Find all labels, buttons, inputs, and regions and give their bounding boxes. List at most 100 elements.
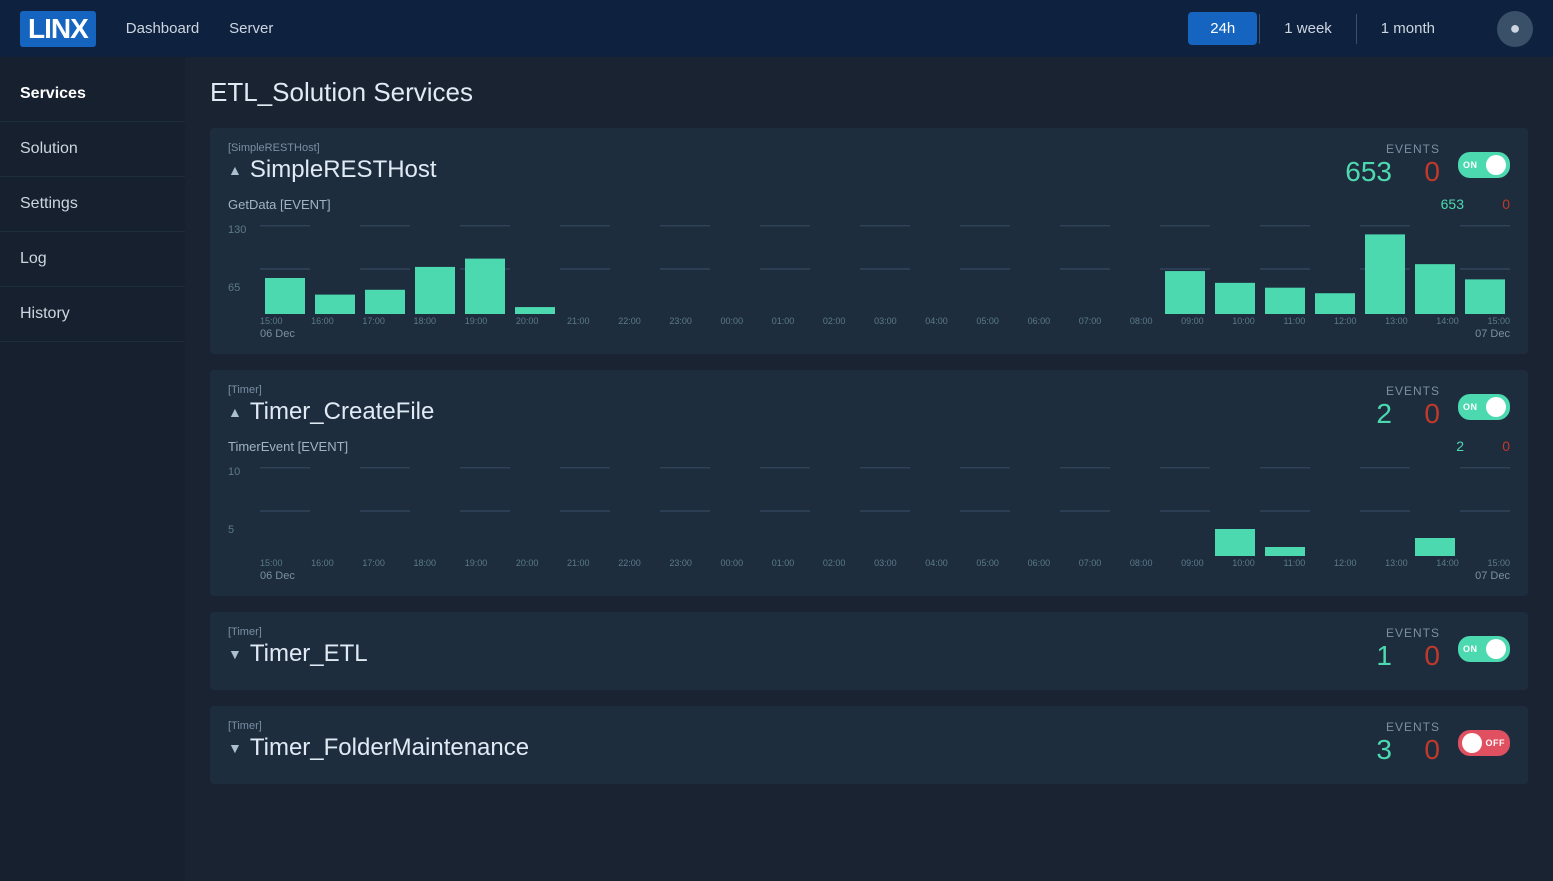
chart-dates: 06 Dec 07 Dec [260, 570, 1510, 582]
service-header: [SimpleRESTHost] ▲ SimpleRESTHost EVENTS… [228, 142, 1510, 188]
events-count-green: 3 [1352, 734, 1392, 766]
time-divider-2 [1356, 14, 1357, 44]
service-name: Timer_CreateFile [250, 398, 435, 426]
xlabel-12: 03:00 [874, 316, 897, 326]
xlabel-23: 14:00 [1436, 558, 1459, 568]
events-header: EVENTS 653 0 [1345, 142, 1440, 188]
chart-container: 10 5 15:0016:0017:0018:0019:0020:0021:00… [228, 466, 1510, 582]
chevron-icon[interactable]: ▼ [228, 646, 242, 662]
xlabel-13: 04:00 [925, 558, 948, 568]
event-count-green: 653 [1424, 196, 1464, 212]
event-count-red: 0 [1480, 196, 1510, 212]
chevron-icon[interactable]: ▲ [228, 162, 242, 178]
event-name: TimerEvent [EVENT] [228, 439, 1424, 454]
main-content: ETL_Solution Services [SimpleRESTHost] ▲… [185, 57, 1553, 881]
service-card-3: [Timer] ▼ Timer_FolderMaintenance EVENTS… [210, 706, 1528, 784]
chart-y-labels: 130 65 [228, 224, 260, 340]
chart-y-labels: 10 5 [228, 466, 260, 582]
sidebar-item-history[interactable]: History [0, 287, 185, 342]
service-name-row: ▲ SimpleRESTHost [228, 156, 1345, 184]
sidebar-item-log[interactable]: Log [0, 232, 185, 287]
sidebar: Services Solution Settings Log History [0, 57, 185, 881]
logo: LINX [20, 11, 96, 47]
service-type-tag: [Timer] [228, 384, 1352, 396]
xlabel-21: 12:00 [1334, 316, 1357, 326]
events-section: EVENTS 1 0 ON [1352, 626, 1510, 672]
xlabel-13: 04:00 [925, 316, 948, 326]
event-name: GetData [EVENT] [228, 197, 1424, 212]
xlabel-1: 16:00 [311, 316, 334, 326]
service-type-tag: [SimpleRESTHost] [228, 142, 1345, 154]
service-header: [Timer] ▲ Timer_CreateFile EVENTS 2 0 ON [228, 384, 1510, 430]
event-row: GetData [EVENT] 653 0 [228, 192, 1510, 216]
nav-server[interactable]: Server [229, 20, 273, 37]
service-type-tag: [Timer] [228, 720, 1352, 732]
events-label: EVENTS [1352, 626, 1440, 640]
time-buttons: 24h 1 week 1 month [1188, 12, 1457, 45]
chart-container: 130 65 15:0016:0017:0018:0019:0020:0021:… [228, 224, 1510, 340]
service-meta: [Timer] ▼ Timer_ETL [228, 626, 1352, 668]
event-count-red: 0 [1480, 438, 1510, 454]
xlabel-8: 23:00 [669, 316, 692, 326]
service-name-row: ▼ Timer_ETL [228, 640, 1352, 668]
toggle-1[interactable]: ON [1458, 394, 1510, 420]
xlabel-14: 05:00 [976, 558, 999, 568]
chevron-icon[interactable]: ▼ [228, 740, 242, 756]
service-card-2: [Timer] ▼ Timer_ETL EVENTS 1 0 ON [210, 612, 1528, 690]
xlabel-1: 16:00 [311, 558, 334, 568]
date-left: 06 Dec [260, 570, 295, 582]
xlabel-22: 13:00 [1385, 316, 1408, 326]
toggle-2[interactable]: ON [1458, 636, 1510, 662]
user-avatar[interactable]: ● [1497, 11, 1533, 47]
sidebar-item-settings[interactable]: Settings [0, 177, 185, 232]
xlabel-18: 09:00 [1181, 316, 1204, 326]
xlabel-6: 21:00 [567, 316, 590, 326]
event-count-green: 2 [1424, 438, 1464, 454]
chevron-icon[interactable]: ▲ [228, 404, 242, 420]
toggle-3[interactable]: OFF [1458, 730, 1510, 756]
xlabel-8: 23:00 [669, 558, 692, 568]
events-count-red: 0 [1410, 398, 1440, 430]
events-label: EVENTS [1352, 384, 1440, 398]
xlabel-24: 15:00 [1487, 316, 1510, 326]
sidebar-item-services[interactable]: Services [0, 67, 185, 122]
y-mid: 65 [228, 282, 256, 294]
nav-dashboard[interactable]: Dashboard [126, 20, 199, 37]
y-max: 10 [228, 466, 256, 478]
event-row: TimerEvent [EVENT] 2 0 [228, 434, 1510, 458]
xlabel-18: 09:00 [1181, 558, 1204, 568]
xlabel-7: 22:00 [618, 316, 641, 326]
events-header: EVENTS 3 0 [1352, 720, 1440, 766]
events-section: EVENTS 653 0 ON [1345, 142, 1510, 188]
service-card-1: [Timer] ▲ Timer_CreateFile EVENTS 2 0 ON [210, 370, 1528, 596]
xlabel-10: 01:00 [772, 558, 795, 568]
service-name-row: ▲ Timer_CreateFile [228, 398, 1352, 426]
xlabel-9: 00:00 [721, 558, 744, 568]
sidebar-item-solution[interactable]: Solution [0, 122, 185, 177]
service-name: Timer_FolderMaintenance [250, 734, 529, 762]
toggle-0[interactable]: ON [1458, 152, 1510, 178]
xlabel-4: 19:00 [465, 316, 488, 326]
xlabel-16: 07:00 [1079, 558, 1102, 568]
chart-dates: 06 Dec 07 Dec [260, 328, 1510, 340]
date-right: 07 Dec [1475, 328, 1510, 340]
events-count-red: 0 [1410, 640, 1440, 672]
chart-x-labels: 15:0016:0017:0018:0019:0020:0021:0022:00… [260, 316, 1510, 326]
time-btn-1week[interactable]: 1 week [1262, 12, 1354, 45]
y-mid: 5 [228, 524, 256, 536]
service-type-tag: [Timer] [228, 626, 1352, 638]
service-meta: [SimpleRESTHost] ▲ SimpleRESTHost [228, 142, 1345, 184]
events-count-red: 0 [1410, 734, 1440, 766]
page-title: ETL_Solution Services [210, 77, 1528, 108]
services-container: [SimpleRESTHost] ▲ SimpleRESTHost EVENTS… [210, 128, 1528, 784]
events-header: EVENTS 2 0 [1352, 384, 1440, 430]
xlabel-2: 17:00 [362, 316, 385, 326]
time-btn-24h[interactable]: 24h [1188, 12, 1257, 45]
xlabel-9: 00:00 [721, 316, 744, 326]
xlabel-20: 11:00 [1283, 558, 1305, 568]
time-btn-1month[interactable]: 1 month [1359, 12, 1457, 45]
service-name: SimpleRESTHost [250, 156, 437, 184]
service-meta: [Timer] ▲ Timer_CreateFile [228, 384, 1352, 426]
xlabel-3: 18:00 [414, 558, 437, 568]
xlabel-16: 07:00 [1079, 316, 1102, 326]
